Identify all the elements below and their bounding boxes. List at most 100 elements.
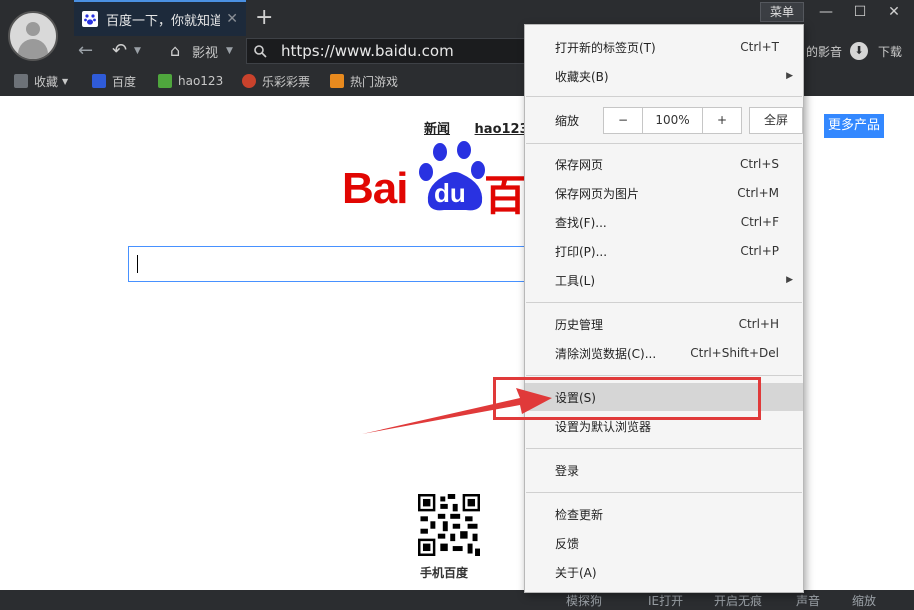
menu-item-shortcut: Ctrl+P [740, 244, 779, 258]
menu-zoom-row: 缩放 − 100% + 全屏 [525, 97, 803, 143]
bookmark-hao123[interactable]: hao123 [158, 72, 223, 90]
avatar-head [26, 22, 40, 36]
link-hao123[interactable]: hao123 [475, 122, 529, 137]
home-icon[interactable]: ⌂ [170, 38, 180, 64]
menu-item-feedback[interactable]: 反馈 [525, 529, 803, 557]
active-tab[interactable]: 百度一下，你就知道 ✕ [74, 0, 246, 36]
close-window-icon[interactable]: ✕ [880, 2, 908, 22]
media-label-partial[interactable]: 的影音 [806, 43, 842, 60]
menu-separator [526, 302, 802, 303]
bookmark-star-icon [14, 74, 28, 88]
bookmark-label: 乐彩彩票 [262, 74, 311, 89]
zoom-out-button[interactable]: − [603, 107, 643, 134]
menu-item-clear-data[interactable]: 清除浏览数据(C)... Ctrl+Shift+Del [525, 339, 803, 367]
logo-text-du: du [434, 178, 466, 208]
menu-item-label: 检查更新 [555, 507, 604, 522]
menu-item-label: 收藏夹(B) [555, 69, 609, 84]
new-tab-button[interactable]: + [255, 6, 273, 30]
main-menu-dropdown: 打开新的标签页(T) Ctrl+T 收藏夹(B) ▶ 缩放 − 100% + 全… [524, 24, 804, 593]
tab-close-icon[interactable]: ✕ [226, 11, 238, 27]
bookmark-label: 热门游戏 [350, 74, 399, 89]
menu-item-shortcut: Ctrl+T [740, 40, 779, 54]
menu-item-shortcut: Ctrl+Shift+Del [690, 346, 779, 360]
baidu-favicon-icon [82, 11, 98, 27]
more-products-button[interactable]: 更多产品 [824, 114, 884, 138]
bookmark-label: 百度 [112, 74, 137, 89]
menu-item-label: 打开新的标签页(T) [555, 40, 656, 55]
game-icon [330, 74, 344, 88]
menu-item-label: 关于(A) [555, 565, 597, 580]
menu-item-about[interactable]: 关于(A) [525, 558, 803, 586]
home-dropdown-icon[interactable]: ▼ [226, 38, 233, 64]
user-avatar[interactable] [8, 11, 58, 61]
menu-item-print[interactable]: 打印(P)... Ctrl+P [525, 237, 803, 265]
zoom-in-button[interactable]: + [702, 107, 742, 134]
logo-text-bai-cn: 百 [484, 171, 527, 220]
download-label[interactable]: 下载 [878, 43, 902, 60]
search-input[interactable] [128, 246, 548, 282]
home-label[interactable]: 影视 [192, 42, 218, 61]
bookmark-label: hao123 [178, 74, 224, 88]
menu-item-label: 查找(F)... [555, 215, 607, 230]
menu-item-label: 反馈 [555, 536, 580, 551]
status-item[interactable]: 模探狗 [566, 592, 602, 609]
menu-item-save-page[interactable]: 保存网页 Ctrl+S [525, 150, 803, 178]
annotation-highlight-box [493, 377, 761, 420]
undo-icon[interactable]: ↶ [112, 38, 127, 64]
menu-item-login[interactable]: 登录 [525, 456, 803, 484]
menu-item-shortcut: Ctrl+S [739, 157, 779, 171]
menu-item-history[interactable]: 历史管理 Ctrl+H [525, 310, 803, 338]
menu-separator [526, 492, 802, 493]
menu-separator [526, 375, 802, 376]
search-icon [254, 45, 267, 58]
bookmark-baidu[interactable]: 百度 [92, 72, 136, 90]
bookmark-games[interactable]: 热门游戏 [330, 72, 398, 90]
back-arrow-icon[interactable]: ← [78, 38, 93, 64]
bookmark-label: 收藏 [34, 74, 59, 89]
link-news[interactable]: 新闻 [424, 122, 450, 137]
status-item[interactable]: 缩放 [852, 592, 876, 609]
baidu-icon [92, 74, 106, 88]
status-item[interactable]: 开启无痕 [714, 592, 762, 609]
main-menu-button[interactable]: 菜单 [760, 2, 804, 22]
menu-separator [526, 143, 802, 144]
lottery-icon [242, 74, 256, 88]
chevron-down-icon[interactable]: ▼ [134, 38, 141, 64]
qr-caption: 手机百度 [420, 566, 469, 580]
status-item[interactable]: 声音 [796, 592, 820, 609]
menu-item-new-tab[interactable]: 打开新的标签页(T) Ctrl+T [525, 33, 803, 61]
menu-item-favorites[interactable]: 收藏夹(B) ▶ [525, 62, 803, 90]
minimize-icon[interactable]: — [812, 2, 840, 22]
menu-item-label: 保存网页 [555, 157, 604, 172]
menu-item-label: 保存网页为图片 [555, 186, 640, 201]
url-text: https://www.baidu.com [281, 42, 454, 60]
menu-item-label: 设置为默认浏览器 [555, 419, 652, 434]
avatar-body [18, 39, 48, 59]
bookmark-lottery[interactable]: 乐彩彩票 [242, 72, 310, 90]
zoom-label: 缩放 [555, 114, 580, 128]
status-item[interactable]: IE打开 [648, 592, 683, 609]
menu-item-check-update[interactable]: 检查更新 [525, 500, 803, 528]
menu-item-label: 工具(L) [555, 273, 596, 288]
menu-item-shortcut: Ctrl+F [740, 215, 779, 229]
qr-code-icon [418, 494, 480, 556]
download-icon[interactable]: ⬇ [850, 42, 868, 60]
bookmark-favorites[interactable]: 收藏 ▼ [14, 72, 68, 90]
logo-text-bai: Bai [342, 164, 408, 213]
zoom-level: 100% [642, 107, 703, 134]
menu-item-label: 登录 [555, 463, 580, 478]
maximize-icon[interactable]: ☐ [846, 2, 874, 22]
menu-separator [526, 448, 802, 449]
status-bar: 模探狗 IE打开 开启无痕 声音 缩放 [0, 590, 914, 610]
submenu-arrow-icon: ▶ [786, 275, 793, 285]
menu-item-find[interactable]: 查找(F)... Ctrl+F [525, 208, 803, 236]
fullscreen-button[interactable]: 全屏 [749, 107, 803, 134]
text-caret [137, 255, 138, 273]
menu-item-tools[interactable]: 工具(L) ▶ [525, 266, 803, 294]
address-bar[interactable]: https://www.baidu.com [246, 38, 546, 64]
menu-item-label: 打印(P)... [555, 244, 608, 259]
baidu-logo: Bai du 百 [340, 140, 530, 220]
menu-item-save-as-image[interactable]: 保存网页为图片 Ctrl+M [525, 179, 803, 207]
submenu-arrow-icon: ▶ [786, 71, 793, 81]
hao123-icon [158, 74, 172, 88]
